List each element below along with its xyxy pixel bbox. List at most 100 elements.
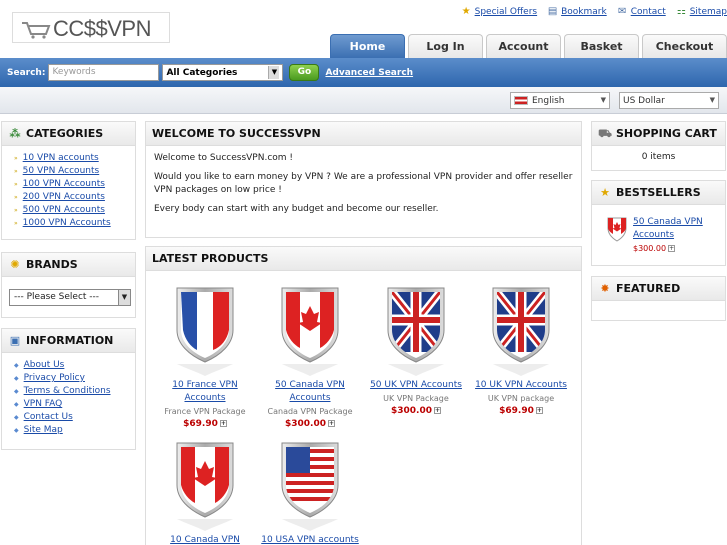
sitemap-icon: ⚏	[676, 6, 686, 17]
add-to-cart-icon[interactable]: +	[668, 245, 676, 252]
category-item[interactable]: » 100 VPN Accounts	[14, 178, 135, 191]
product-name: 50 UK VPN Accounts	[366, 379, 466, 392]
product-name: 10 Canada VPN	[155, 534, 255, 545]
add-to-cart-icon[interactable]: +	[219, 420, 227, 427]
categories-header: ⁂ CATEGORIES	[2, 122, 135, 146]
arrow-bullet-icon: »	[14, 155, 18, 162]
arrow-bullet-icon: »	[14, 220, 18, 227]
shopping-cart-box: ⛟ SHOPPING CART 0 items	[591, 121, 726, 171]
chevron-down-icon: ▼	[118, 290, 130, 305]
arrow-bullet-icon: »	[14, 181, 18, 188]
info-item[interactable]: ◆ About Us	[14, 359, 135, 372]
canada-shield-icon	[176, 442, 234, 531]
tab-home[interactable]: Home	[330, 34, 405, 58]
diamond-bullet-icon: ◆	[14, 414, 19, 421]
bestsellers-header: ★ BESTSELLERS	[592, 181, 725, 205]
contact-link[interactable]: ✉ Contact	[617, 6, 666, 17]
bestsellers-box: ★ BESTSELLERS 50 Canada VPN Accounts $300…	[591, 180, 726, 266]
star-icon: ★	[461, 6, 471, 17]
category-select[interactable]: All Categories ▼	[162, 64, 284, 81]
search-input[interactable]: Keywords	[48, 64, 160, 81]
add-to-cart-icon[interactable]: +	[328, 420, 335, 427]
category-item[interactable]: » 200 VPN Accounts	[14, 191, 135, 204]
brands-header: ✺ BRANDS	[2, 253, 135, 277]
product-link[interactable]: 50 UK VPN Accounts	[370, 380, 462, 390]
product-image[interactable]	[155, 282, 255, 377]
currency-select[interactable]: US Dollar ▼	[619, 92, 719, 109]
add-to-cart-icon[interactable]: +	[434, 407, 441, 414]
product-link[interactable]: 50 Canada VPN Accounts	[275, 380, 345, 403]
tab-basket[interactable]: Basket	[564, 34, 639, 58]
category-select-value: All Categories	[166, 67, 238, 78]
product-card: 10 France VPN Accounts France VPN Package…	[155, 282, 255, 431]
special-offers-link[interactable]: ★ Special Offers	[461, 6, 537, 17]
uk-shield-icon	[492, 287, 550, 376]
product-link[interactable]: 10 France VPN Accounts	[172, 380, 237, 403]
info-item[interactable]: ◆ Terms & Conditions	[14, 385, 135, 398]
cart-icon: ⛟	[598, 126, 612, 140]
product-card: 10 UK VPN Accounts UK VPN package $69.90 +	[471, 282, 571, 418]
sun-icon: ✺	[10, 257, 20, 271]
product-image[interactable]	[155, 437, 255, 532]
site-logo[interactable]: CC$$VPN	[12, 12, 170, 43]
bestseller-name[interactable]: 50 Canada VPN Accounts	[633, 217, 703, 240]
chevron-down-icon: ▼	[709, 96, 715, 104]
logo-text: CC$$VPN	[53, 16, 151, 41]
product-image[interactable]	[366, 282, 466, 377]
shopping-cart-header: ⛟ SHOPPING CART	[592, 122, 725, 146]
product-card: 50 UK VPN Accounts UK VPN Package $300.00 +	[366, 282, 466, 418]
product-name: 10 France VPN Accounts	[155, 379, 255, 405]
category-item[interactable]: » 10 VPN accounts	[14, 152, 135, 165]
product-link[interactable]: 10 USA VPN accounts	[261, 535, 359, 545]
product-card: 50 Canada VPN Accounts Canada VPN Package…	[260, 282, 360, 431]
category-item[interactable]: » 1000 VPN Accounts	[14, 217, 135, 230]
sitemap-link[interactable]: ⚏ Sitemap	[676, 6, 727, 17]
category-item[interactable]: » 500 VPN Accounts	[14, 204, 135, 217]
bestseller-price: $300.00 +	[633, 244, 676, 253]
product-image[interactable]	[260, 282, 360, 377]
book-icon: ▣	[9, 333, 21, 347]
product-description: France VPN Package	[164, 407, 246, 416]
product-price: $300.00 +	[285, 419, 335, 429]
product-card: 10 USA VPN accounts	[260, 437, 360, 545]
brands-select[interactable]: --- Please Select --- ▼	[9, 289, 131, 306]
category-item[interactable]: » 50 VPN Accounts	[14, 165, 135, 178]
welcome-header: WELCOME TO SUCCESSVPN	[146, 122, 581, 146]
bestseller-item: 50 Canada VPN Accounts $300.00 +	[633, 216, 723, 255]
chevron-down-icon: ▼	[600, 96, 606, 104]
cart-logo-icon	[22, 22, 51, 39]
tab-account[interactable]: Account	[486, 34, 561, 58]
product-description: UK VPN Package	[383, 394, 449, 403]
brands-box: ✺ BRANDS --- Please Select --- ▼	[1, 252, 136, 318]
add-to-cart-icon[interactable]: +	[535, 407, 543, 414]
bookmark-icon: ▤	[547, 6, 558, 17]
tab-checkout[interactable]: Checkout	[642, 34, 727, 58]
chevron-down-icon: ▼	[268, 66, 280, 79]
canada-shield-icon	[281, 287, 339, 376]
diamond-bullet-icon: ◆	[14, 362, 19, 369]
product-image[interactable]	[260, 437, 360, 532]
info-item[interactable]: ◆ Privacy Policy	[14, 372, 135, 385]
go-button[interactable]: Go	[289, 64, 320, 81]
bestseller-thumbnail[interactable]	[606, 216, 628, 244]
information-box: ▣ INFORMATION ◆ About Us ◆ Privacy Policy ◆…	[1, 328, 136, 450]
product-image[interactable]	[471, 282, 571, 377]
product-description: UK VPN package	[487, 394, 555, 403]
cart-status: 0 items	[641, 152, 676, 162]
info-item[interactable]: ◆ VPN FAQ	[14, 398, 135, 411]
bookmark-link[interactable]: ▤ Bookmark	[547, 6, 607, 17]
language-value: English	[532, 95, 565, 106]
star-icon: ★	[600, 185, 610, 199]
product-link[interactable]: 10 Canada VPN	[170, 535, 240, 545]
product-price: $300.00 +	[391, 406, 441, 416]
latest-products-header: LATEST PRODUCTS	[146, 247, 581, 271]
featured-header: ✸ FEATURED	[592, 277, 725, 301]
advanced-search-link[interactable]: Advanced Search	[325, 68, 413, 78]
info-item[interactable]: ◆ Site Map	[14, 424, 135, 437]
info-item[interactable]: ◆ Contact Us	[14, 411, 135, 424]
product-link[interactable]: 10 UK VPN Accounts	[475, 380, 567, 390]
burst-icon: ✸	[600, 281, 610, 295]
canada-shield-icon	[607, 217, 627, 242]
tab-login[interactable]: Log In	[408, 34, 483, 58]
language-select[interactable]: English ▼	[510, 92, 610, 109]
